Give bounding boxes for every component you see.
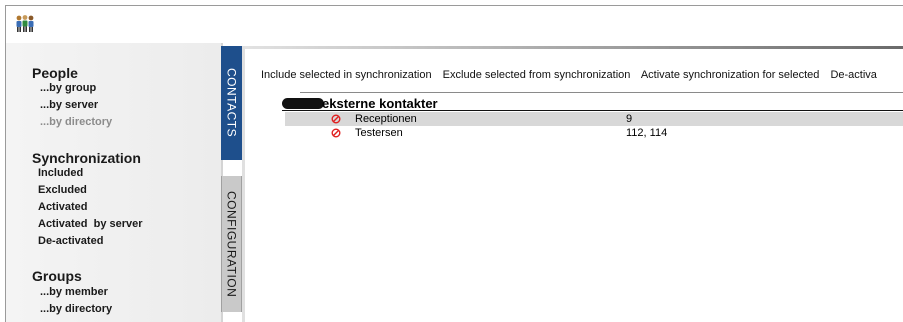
nav-sync-excluded[interactable]: Excluded	[38, 184, 87, 196]
nav-sync-included[interactable]: Included	[38, 167, 83, 179]
tab-contacts-label: CONTACTS	[224, 68, 239, 138]
nav-sync-deactivated[interactable]: De-activated	[38, 235, 103, 247]
tab-configuration-label: CONFIGURATION	[224, 190, 239, 298]
activate-selected-button[interactable]: Activate synchronization for selected	[641, 69, 820, 81]
blocked-icon	[331, 114, 341, 124]
window-top-border	[5, 5, 903, 6]
content-left-border	[242, 46, 245, 322]
include-selected-button[interactable]: Include selected in synchronization	[261, 69, 432, 81]
contact-row[interactable]: Receptionen 9	[285, 112, 903, 126]
blocked-icon	[331, 128, 341, 138]
contact-name: Receptionen	[355, 113, 417, 125]
contact-row[interactable]: Testersen 112, 114	[285, 126, 903, 140]
people-group-logo-icon	[16, 15, 34, 32]
deactivate-selected-button[interactable]: De-activa	[830, 69, 876, 81]
tab-configuration[interactable]: CONFIGURATION	[221, 176, 242, 312]
tab-contacts[interactable]: CONTACTS	[221, 46, 242, 160]
section-title-synchronization: Synchronization	[32, 150, 141, 166]
section-title-people: People	[32, 65, 78, 81]
contact-extensions: 112, 114	[626, 127, 668, 139]
contact-name: Testersen	[355, 127, 403, 139]
contact-group-name: eksterne kontakter	[322, 96, 438, 111]
contact-extensions: 9	[626, 113, 633, 125]
exclude-selected-button[interactable]: Exclude selected from synchronization	[443, 69, 631, 81]
nav-people-by-group[interactable]: ...by group	[40, 82, 96, 94]
nav-people-by-server[interactable]: ...by server	[40, 99, 98, 111]
nav-groups-by-directory[interactable]: ...by directory	[40, 303, 112, 315]
contact-group-header[interactable]: eksterne kontakter	[282, 96, 438, 111]
nav-sync-activated-by-server[interactable]: Activated by server	[38, 218, 143, 230]
redacted-prefix	[282, 98, 324, 110]
action-toolbar: Include selected in synchronization Excl…	[261, 69, 885, 81]
contact-group-underline	[282, 110, 903, 111]
content-top-border	[245, 46, 903, 49]
section-title-groups: Groups	[32, 268, 82, 284]
toolbar-divider	[300, 92, 903, 93]
nav-people-by-directory[interactable]: ...by directory	[40, 116, 112, 128]
nav-sync-activated[interactable]: Activated	[38, 201, 88, 213]
nav-groups-by-member[interactable]: ...by member	[40, 286, 108, 298]
